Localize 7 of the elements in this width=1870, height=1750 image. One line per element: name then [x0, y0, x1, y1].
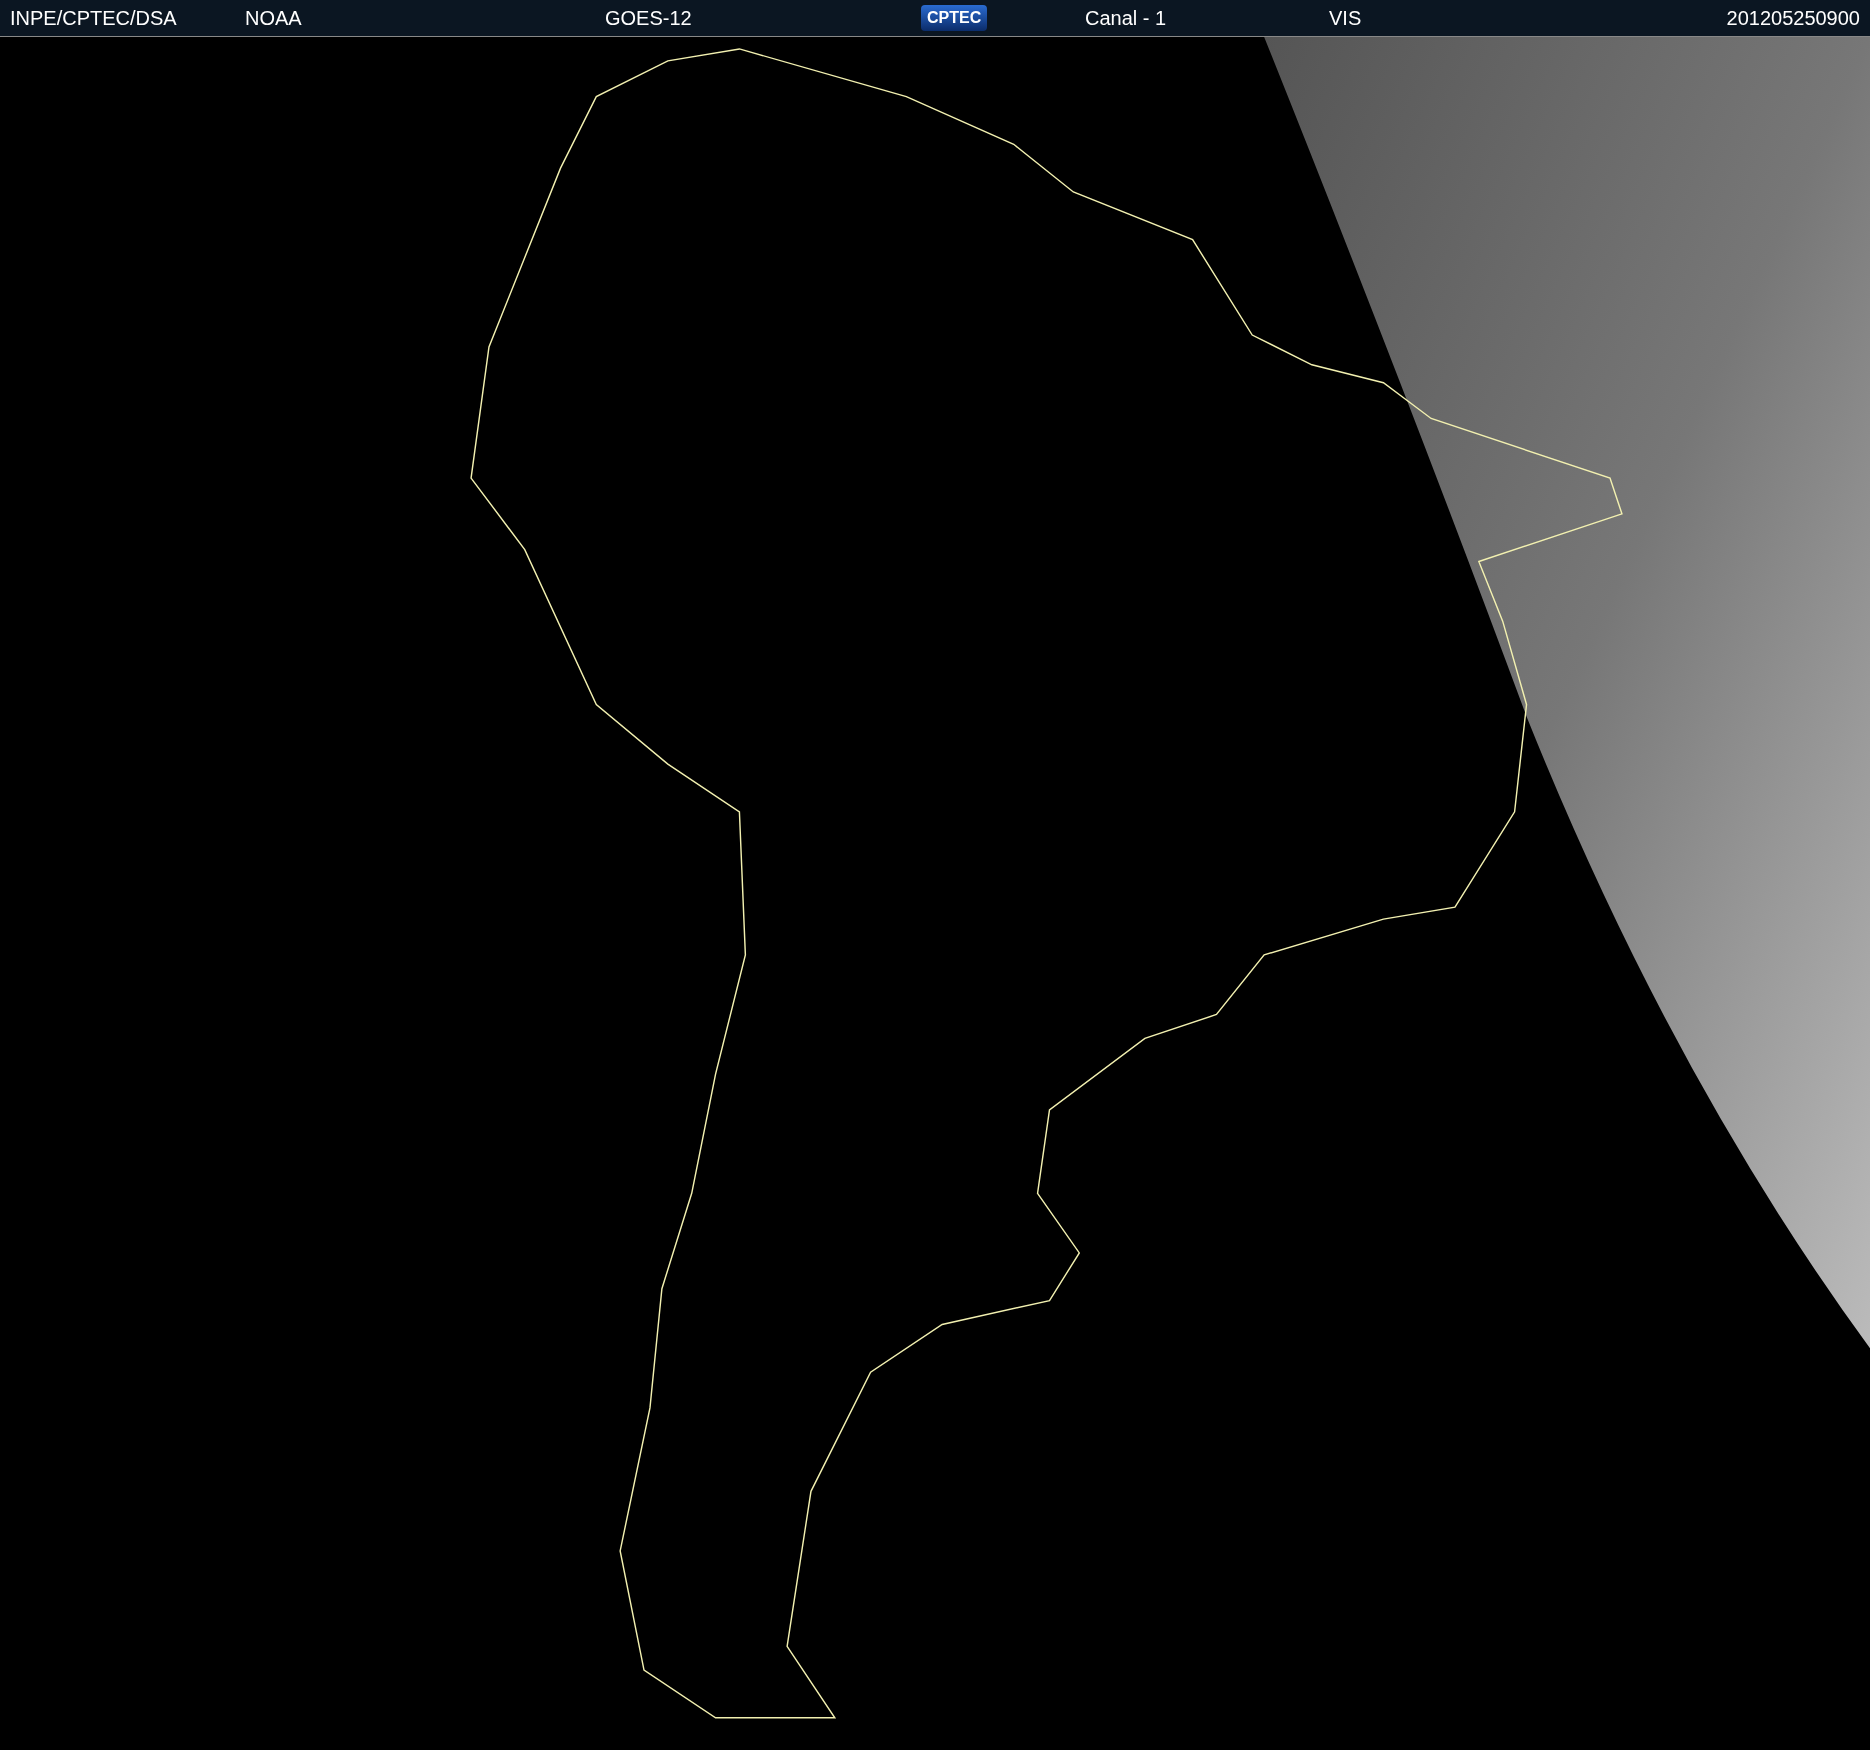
agency-label: NOAA — [245, 6, 302, 30]
source-label: INPE/CPTEC/DSA — [10, 6, 177, 30]
band-label: VIS — [1329, 6, 1362, 30]
satellite-label: GOES-12 — [605, 6, 692, 30]
timestamp-label: 201205250900 — [1726, 6, 1860, 30]
channel-label: Canal - 1 — [1085, 6, 1167, 30]
logo: CPTEC — [921, 5, 988, 31]
